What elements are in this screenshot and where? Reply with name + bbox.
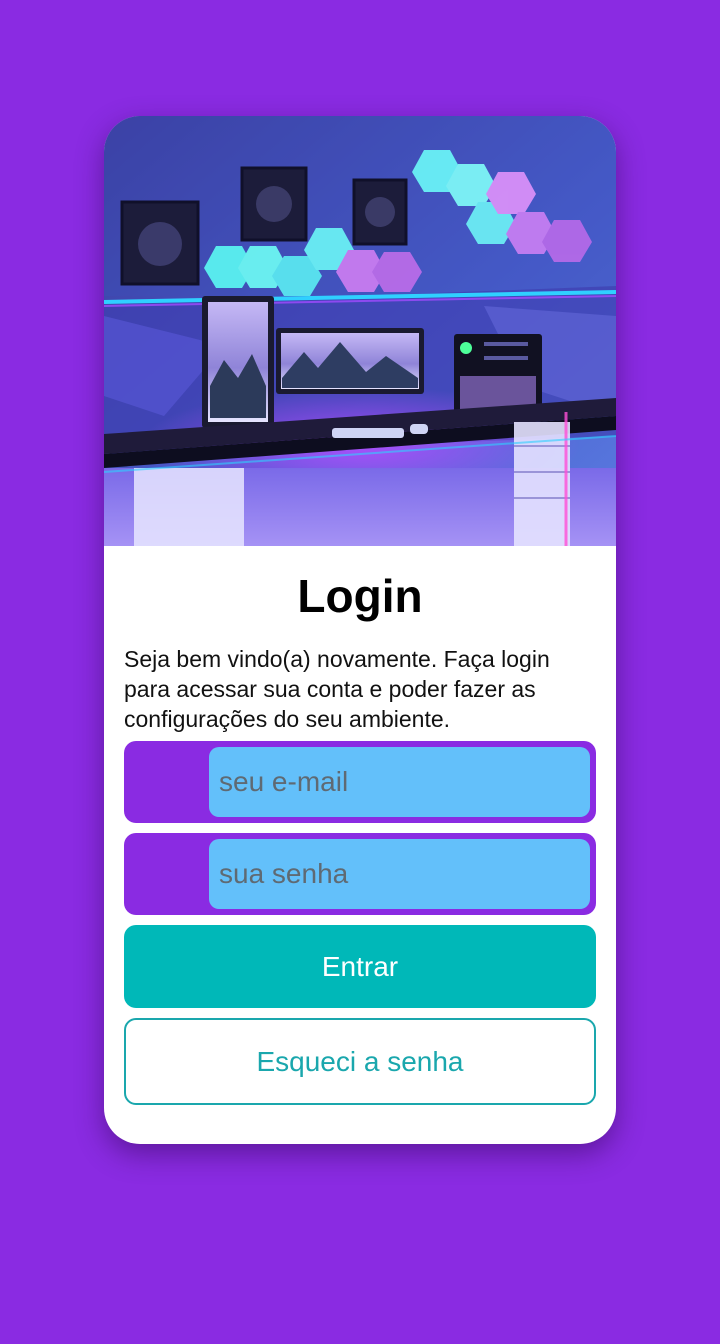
email-field[interactable] (209, 747, 590, 817)
password-field[interactable] (209, 839, 590, 909)
email-field-container (124, 741, 596, 823)
welcome-text: Seja bem vindo(a) novamente. Faça login … (124, 646, 550, 732)
password-field-container (124, 833, 596, 915)
hero-image (104, 116, 616, 546)
page-title: Login (297, 570, 423, 622)
login-card: Login Seja bem vindo(a) novamente. Faça … (104, 116, 616, 1144)
forgot-password-button[interactable]: Esqueci a senha (124, 1018, 596, 1105)
login-button[interactable]: Entrar (124, 925, 596, 1008)
